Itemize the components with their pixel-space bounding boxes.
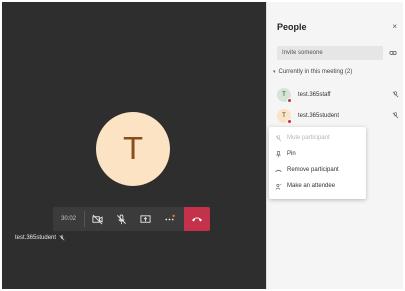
participant-row[interactable]: T test.365staff <box>267 85 403 105</box>
camera-off-button[interactable] <box>85 207 109 231</box>
mic-off-icon <box>392 91 399 98</box>
menu-item-mute-participant[interactable]: Mute participant <box>269 130 366 146</box>
section-label: Currently in this meeting (2) <box>278 69 353 75</box>
meeting-section-header[interactable]: ▾ Currently in this meeting (2) <box>273 69 352 75</box>
participant-row[interactable]: T test.365student <box>267 106 403 126</box>
mic-off-icon <box>116 213 126 224</box>
avatar-initial: T <box>282 92 286 98</box>
share-invite-icon[interactable] <box>389 49 397 57</box>
mic-off-icon <box>59 235 65 241</box>
menu-item-pin[interactable]: Pin <box>269 146 366 162</box>
call-stage: T 30:02 test.365student <box>2 2 266 289</box>
menu-item-label: Mute participant <box>287 135 330 141</box>
panel-title: People <box>277 22 307 32</box>
remove-person-icon <box>269 167 287 174</box>
camera-off-icon <box>91 214 103 224</box>
share-screen-icon <box>139 214 151 223</box>
hang-up-button[interactable] <box>184 207 210 231</box>
mic-off-icon <box>392 112 399 119</box>
mic-off-icon <box>269 134 287 142</box>
avatar: T <box>277 88 292 103</box>
people-panel: People × Invite someone ▾ Currently in t… <box>266 2 403 289</box>
participant-name: test.365student <box>15 235 57 241</box>
participant-name: test.365staff <box>298 92 331 98</box>
avatar: T <box>277 109 292 124</box>
menu-item-remove-participant[interactable]: Remove participant <box>269 162 366 178</box>
status-dot <box>287 98 292 103</box>
teams-call-window: T 30:02 test.365student People × Invite … <box>2 2 403 289</box>
participant-name-tag: test.365student <box>15 235 65 241</box>
attendee-icon <box>269 183 287 190</box>
avatar-initial: T <box>282 113 286 119</box>
pin-icon <box>269 150 287 158</box>
invite-input[interactable]: Invite someone <box>277 46 383 60</box>
phone-hangup-icon <box>192 217 202 222</box>
mute-button[interactable] <box>109 207 133 231</box>
share-screen-button[interactable] <box>133 207 157 231</box>
status-dot <box>287 119 292 124</box>
close-panel-button[interactable]: × <box>392 22 397 31</box>
menu-item-label: Pin <box>287 151 296 157</box>
call-timer: 30:02 <box>60 216 76 222</box>
participant-name: test.365student <box>298 113 340 119</box>
menu-item-label: Make an attendee <box>287 183 336 189</box>
participant-context-menu: Mute participant Pin Remove participant … <box>269 127 366 199</box>
menu-item-make-attendee[interactable]: Make an attendee <box>269 178 366 194</box>
more-actions-button[interactable] <box>157 207 181 231</box>
participant-avatar: T <box>96 112 170 186</box>
menu-item-label: Remove participant <box>287 167 339 173</box>
more-icon <box>164 214 175 220</box>
chevron-down-icon: ▾ <box>273 69 276 75</box>
call-controls-bar: 30:02 <box>53 207 210 231</box>
